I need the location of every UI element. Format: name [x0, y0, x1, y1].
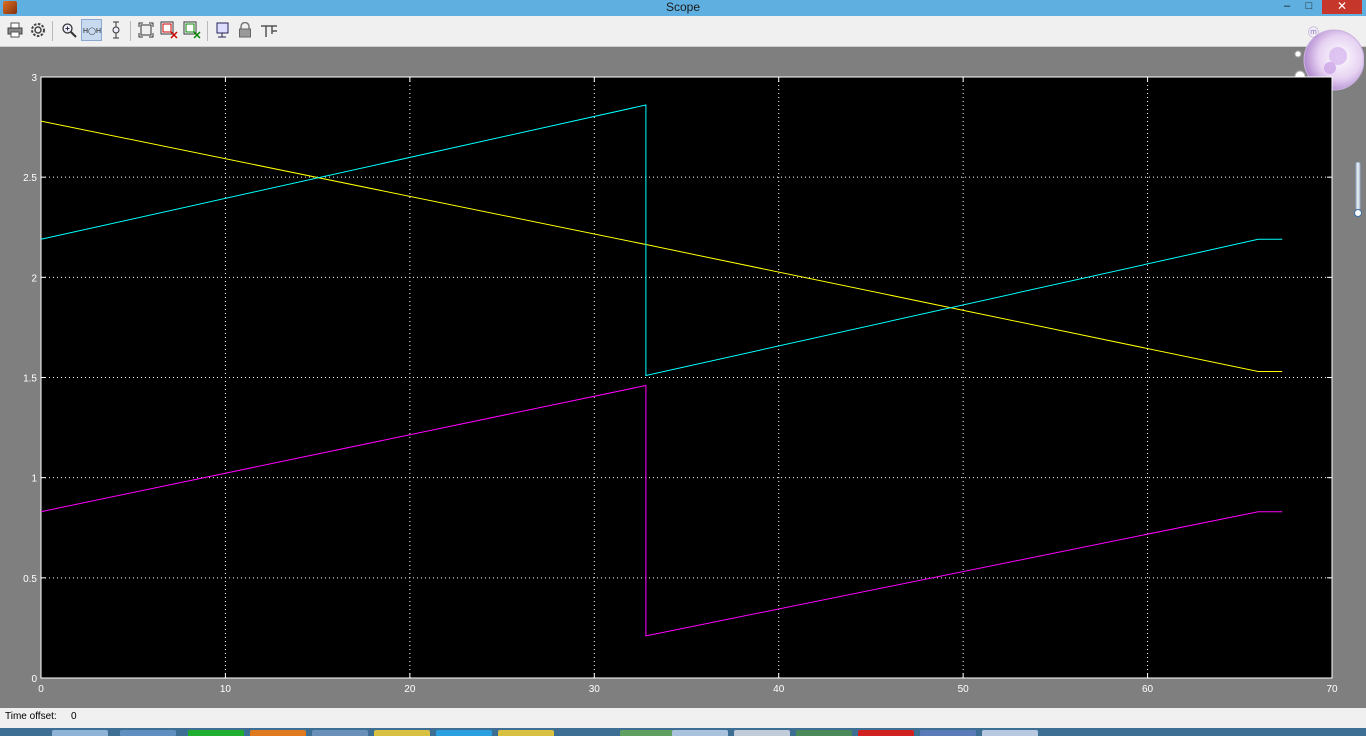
taskbar-item[interactable]: [620, 730, 676, 736]
taskbar-item[interactable]: [982, 730, 1038, 736]
taskbar-item[interactable]: [796, 730, 852, 736]
svg-text:ⓜ: ⓜ: [1308, 26, 1319, 39]
x-tick-label: 10: [220, 684, 232, 695]
taskbar-item[interactable]: [672, 730, 728, 736]
autoscale-icon: [138, 22, 153, 38]
x-tick-label: 20: [404, 684, 416, 695]
zoom-button[interactable]: [58, 19, 79, 41]
taskbar-item[interactable]: [734, 730, 790, 736]
axes-box: [40, 76, 1333, 679]
svg-text:H◯H: H◯H: [83, 27, 101, 35]
x-tick-label: 40: [773, 684, 785, 695]
time-offset-label: Time offset:: [5, 711, 57, 722]
scope-toolbar: H◯H: [0, 16, 1366, 47]
x-tick-label: 30: [589, 684, 601, 695]
taskbar-item[interactable]: [250, 730, 306, 736]
print-icon: [7, 22, 22, 38]
taskbar-item[interactable]: [858, 730, 914, 736]
close-button[interactable]: ✕: [1322, 0, 1362, 14]
floating-scope-button[interactable]: [212, 19, 233, 41]
save-axes-button[interactable]: [158, 19, 179, 41]
y-tick-label: 2: [31, 273, 37, 284]
zoom-y-icon: [112, 21, 119, 39]
autoscale-button[interactable]: [135, 19, 156, 41]
toolbar-separator: [130, 21, 131, 41]
maximize-button[interactable]: □: [1302, 0, 1316, 14]
taskbar-item[interactable]: [436, 730, 492, 736]
os-taskbar: [0, 728, 1366, 736]
window-title: Scope: [665, 0, 701, 14]
y-tick-label: 1.5: [23, 374, 37, 385]
taskbar-item[interactable]: [374, 730, 430, 736]
zoom-in-icon: [61, 23, 77, 38]
scope-plot[interactable]: 0 10 20 30 40 50 60 70 0 0.5 1 1.5 2 2.5 3: [0, 47, 1366, 707]
taskbar-item[interactable]: [920, 730, 976, 736]
toolbar-separator: [52, 21, 53, 41]
toolbar-separator: [207, 21, 208, 41]
taskbar-item[interactable]: [120, 730, 176, 736]
restore-axes-button[interactable]: [181, 19, 202, 41]
x-tick-label: 70: [1326, 684, 1338, 695]
y-tick-label: 2.5: [23, 173, 37, 184]
y-tick-label: 1: [31, 474, 37, 485]
y-tick-label: 0: [31, 674, 37, 685]
taskbar-item[interactable]: [188, 730, 244, 736]
zoom-y-button[interactable]: [105, 19, 126, 41]
print-button[interactable]: [4, 19, 25, 41]
zoom-x-button[interactable]: H◯H: [81, 19, 102, 41]
time-offset-value: 0: [71, 711, 77, 722]
status-bar: Time offset: 0: [0, 708, 1366, 728]
parameters-button[interactable]: [27, 19, 48, 41]
y-tick-label: 3: [31, 73, 37, 84]
taskbar-item[interactable]: [312, 730, 368, 736]
title-bar: Scope – □ ✕: [0, 0, 1366, 16]
signal-selector-icon: [260, 25, 277, 37]
restore-axes-icon: [183, 21, 201, 39]
lock-icon: [238, 22, 251, 38]
signal-selection-button[interactable]: [258, 19, 279, 41]
x-tick-label: 60: [1142, 684, 1154, 695]
save-axes-icon: [160, 21, 178, 39]
zoom-x-icon: H◯H: [83, 27, 101, 35]
taskbar-item[interactable]: [52, 730, 108, 736]
x-tick-label: 50: [958, 684, 970, 695]
y-tick-label: 0.5: [23, 574, 37, 585]
lock-axes-button[interactable]: [234, 19, 255, 41]
x-tick-label: 0: [38, 684, 44, 695]
minimize-button[interactable]: –: [1280, 0, 1294, 14]
taskbar-item[interactable]: [498, 730, 554, 736]
gear-icon: [30, 23, 45, 37]
floating-scope-icon: [216, 22, 228, 38]
